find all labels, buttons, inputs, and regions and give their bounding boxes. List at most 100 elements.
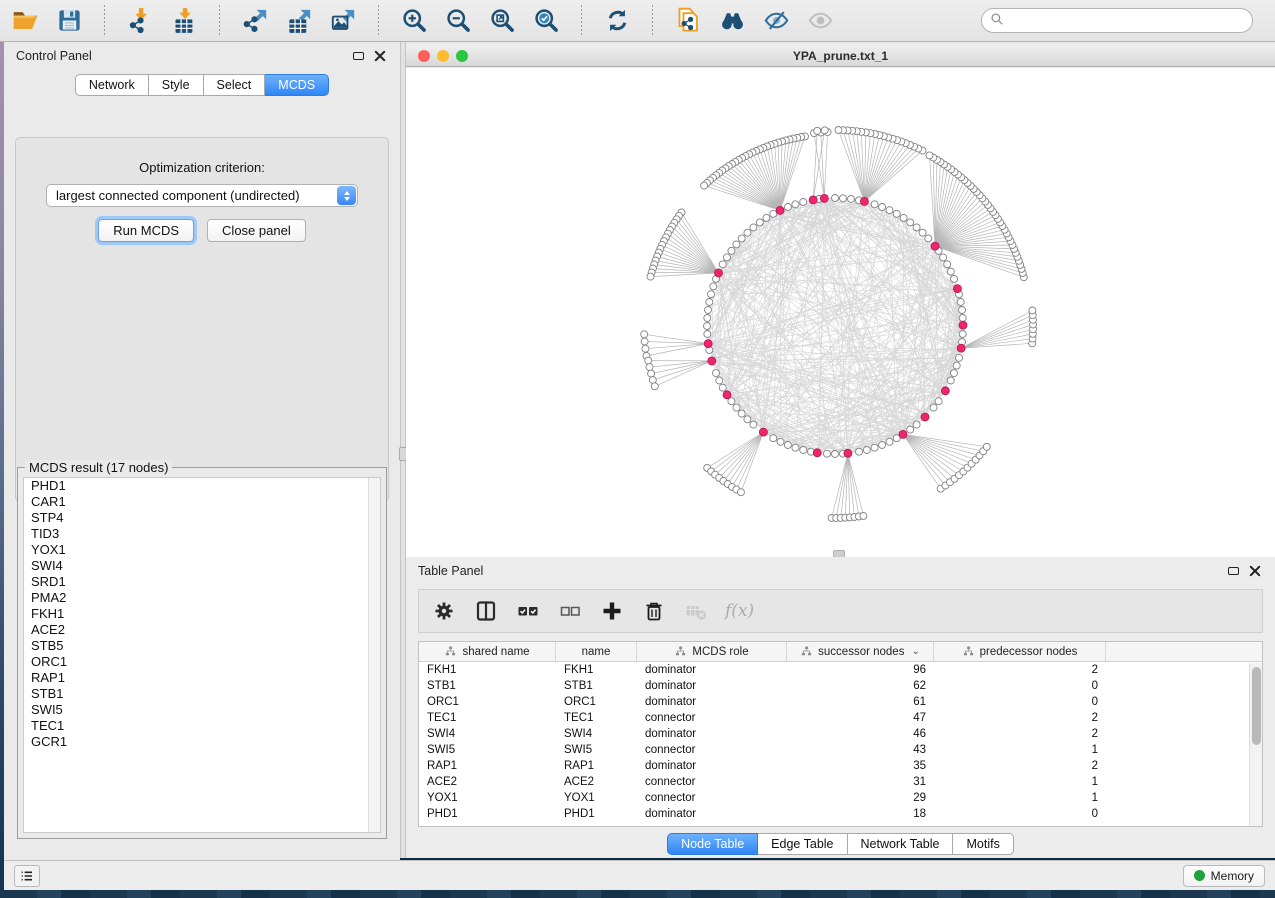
table-scrollbar[interactable] (1249, 663, 1262, 826)
tab-style[interactable]: Style (149, 74, 204, 96)
table-cell: 0 (934, 680, 1106, 692)
table-cell: SWI5 (556, 744, 637, 756)
mcds-node-item[interactable]: RAP1 (24, 670, 380, 686)
mcds-node-item[interactable]: TID3 (24, 526, 380, 542)
mcds-node-item[interactable]: STB1 (24, 686, 380, 702)
table-row[interactable]: ORC1ORC1dominator610 (419, 694, 1262, 710)
table-cell: FKH1 (556, 664, 637, 676)
mcds-node-item[interactable]: STP4 (24, 510, 380, 526)
hide-graphics-icon[interactable] (761, 6, 791, 36)
mcds-node-item[interactable]: YOX1 (24, 542, 380, 558)
mcds-node-item[interactable]: GCR1 (24, 734, 380, 750)
table-row[interactable]: TEC1TEC1connector472 (419, 710, 1262, 726)
close-panel-icon[interactable] (1247, 564, 1263, 578)
mcds-node-item[interactable]: PMA2 (24, 590, 380, 606)
table-tab-edge-table[interactable]: Edge Table (758, 833, 847, 855)
column-header-successor-nodes[interactable]: successor nodes⌄ (787, 642, 934, 661)
table-cell: dominator (637, 680, 787, 692)
mcds-node-item[interactable]: SWI5 (24, 702, 380, 718)
save-icon[interactable] (54, 6, 84, 36)
task-history-button[interactable] (14, 865, 40, 887)
table-cell: STB1 (556, 680, 637, 692)
toolbar-separator (581, 5, 582, 37)
mcds-node-item[interactable]: CAR1 (24, 494, 380, 510)
refresh-icon[interactable] (602, 6, 632, 36)
run-mcds-button[interactable]: Run MCDS (98, 219, 194, 242)
network-canvas[interactable] (406, 68, 1275, 557)
table-tab-node-table[interactable]: Node Table (667, 833, 758, 855)
import-table-icon[interactable] (169, 6, 199, 36)
node-table: shared namename MCDS role successor nodes⌄… (418, 641, 1263, 827)
toolbar-separator (378, 5, 379, 37)
column-header-MCDS-role[interactable]: MCDS role (637, 642, 787, 661)
eye-icon (805, 6, 835, 36)
table-cell: connector (637, 712, 787, 724)
table-row[interactable]: YOX1YOX1connector291 (419, 790, 1262, 806)
network-file-icon[interactable] (673, 6, 703, 36)
deselect-all-icon[interactable] (555, 596, 585, 626)
column-show-icon[interactable] (471, 596, 501, 626)
gear-icon[interactable] (429, 596, 459, 626)
tab-select[interactable]: Select (204, 74, 266, 96)
add-row-icon[interactable] (597, 596, 627, 626)
table-tab-network-table[interactable]: Network Table (848, 833, 954, 855)
mcds-node-item[interactable]: TEC1 (24, 718, 380, 734)
mcds-node-item[interactable]: FKH1 (24, 606, 380, 622)
delete-table-icon (681, 596, 711, 626)
import-network-icon[interactable] (125, 6, 155, 36)
table-row[interactable]: RAP1RAP1dominator352 (419, 758, 1262, 774)
close-panel-icon[interactable] (372, 49, 388, 63)
table-cell: ACE2 (419, 776, 556, 788)
mcds-list-scrollbar[interactable] (368, 478, 380, 832)
mcds-node-item[interactable]: ORC1 (24, 654, 380, 670)
optimization-criterion-label: Optimization criterion: (16, 160, 388, 175)
search-input[interactable] (1009, 13, 1244, 29)
tab-network[interactable]: Network (75, 74, 149, 96)
search-box[interactable] (981, 8, 1253, 33)
memory-button[interactable]: Memory (1183, 865, 1265, 887)
table-row[interactable]: FKH1FKH1dominator962 (419, 662, 1262, 678)
open-folder-icon[interactable] (10, 6, 40, 36)
table-cell: 2 (934, 728, 1106, 740)
mcds-panel: Optimization criterion: largest connecte… (15, 137, 389, 502)
column-header-shared-name[interactable]: shared name (419, 642, 556, 661)
table-cell: 35 (787, 760, 934, 772)
export-network-icon[interactable] (240, 6, 270, 36)
network-titlebar[interactable]: YPA_prune.txt_1 (406, 45, 1275, 67)
scrollbar-thumb[interactable] (1252, 667, 1261, 745)
table-tabs: Node TableEdge TableNetwork TableMotifs (406, 833, 1275, 855)
table-row[interactable]: STB1STB1dominator620 (419, 678, 1262, 694)
tab-mcds[interactable]: MCDS (265, 74, 329, 96)
column-label: MCDS role (692, 646, 748, 658)
table-row[interactable]: SWI4SWI4dominator462 (419, 726, 1262, 742)
zoom-selected-icon[interactable] (531, 6, 561, 36)
table-row[interactable]: SWI5SWI5connector431 (419, 742, 1262, 758)
table-cell: PHD1 (419, 808, 556, 820)
mcds-node-item[interactable]: SRD1 (24, 574, 380, 590)
table-row[interactable]: PHD1PHD1dominator180 (419, 806, 1262, 822)
column-header-name[interactable]: name (556, 642, 637, 661)
mcds-node-item[interactable]: STB5 (24, 638, 380, 654)
select-all-icon[interactable] (513, 596, 543, 626)
zoom-out-icon[interactable] (443, 6, 473, 36)
table-row[interactable]: ACE2ACE2connector311 (419, 774, 1262, 790)
optimization-criterion-dropdown[interactable]: largest connected component (undirected) (46, 184, 358, 207)
table-header-row: shared namename MCDS role successor nodes⌄… (419, 642, 1262, 662)
table-tab-motifs[interactable]: Motifs (953, 833, 1013, 855)
mcds-result-title: MCDS result (17 nodes) (25, 460, 172, 475)
mcds-node-item[interactable]: SWI4 (24, 558, 380, 574)
network-graph[interactable] (406, 68, 1275, 557)
table-cell: ORC1 (556, 696, 637, 708)
float-panel-icon[interactable] (350, 49, 366, 63)
zoom-fit-icon[interactable] (487, 6, 517, 36)
mcds-node-item[interactable]: PHD1 (24, 478, 380, 494)
export-table-icon[interactable] (284, 6, 314, 36)
close-panel-button[interactable]: Close panel (207, 219, 306, 242)
export-image-icon[interactable] (328, 6, 358, 36)
binoculars-icon[interactable] (717, 6, 747, 36)
zoom-in-icon[interactable] (399, 6, 429, 36)
float-panel-icon[interactable] (1225, 564, 1241, 578)
column-header-predecessor-nodes[interactable]: predecessor nodes (934, 642, 1106, 661)
delete-row-icon[interactable] (639, 596, 669, 626)
mcds-node-item[interactable]: ACE2 (24, 622, 380, 638)
